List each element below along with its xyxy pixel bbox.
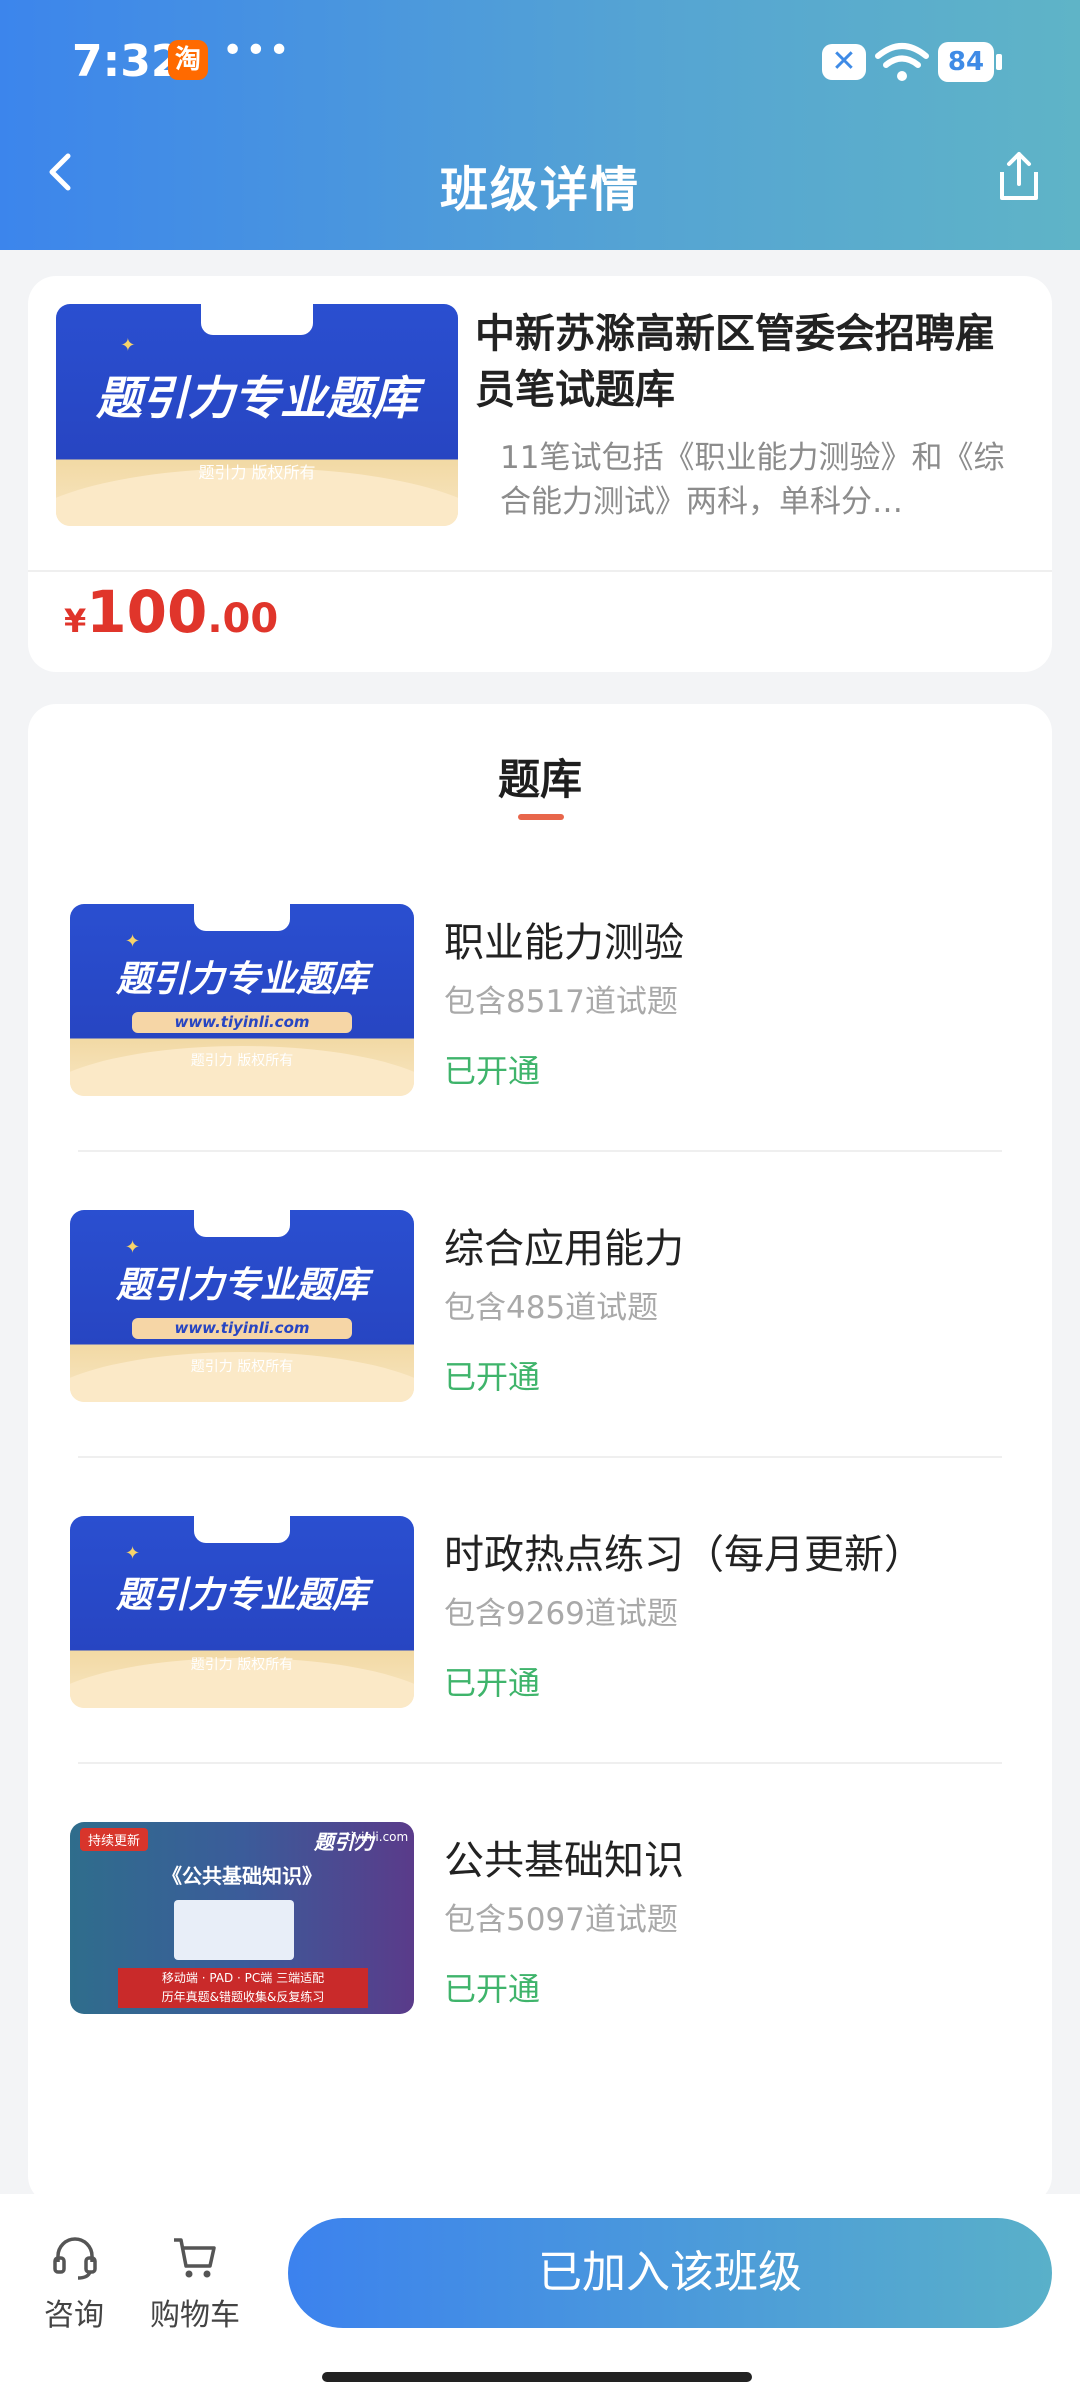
bank-item-4[interactable]: 持续更新 题引力 tiyinli.com 《公共基础知识》 移动端 · PAD …	[70, 1822, 1000, 2082]
bank-item-title: 时政热点练习（每月更新）	[444, 1532, 924, 1578]
bank-item-title: 公共基础知识	[444, 1838, 684, 1884]
bank-item-status: 已开通	[444, 1052, 541, 1090]
share-icon[interactable]	[996, 150, 1042, 204]
bank-item-status: 已开通	[444, 1664, 541, 1702]
cover-title: 题引力专业题库	[115, 1265, 368, 1307]
star-icon: ✦	[125, 1542, 141, 1564]
cover-subtitle: 题引力 版权所有	[198, 463, 316, 483]
joined-class-button[interactable]: 已加入该班级	[288, 2218, 1052, 2328]
divider	[78, 1150, 1002, 1152]
bank-item-status: 已开通	[444, 1970, 541, 2008]
consult-label[interactable]: 咨询	[44, 2290, 104, 2334]
bank-heading[interactable]: 题库	[0, 746, 1080, 807]
cover-banner: 移动端 · PAD · PC端 三端适配 历年真题&错题收集&反复练习	[118, 1968, 368, 2008]
class-description: 11笔试包括《职业能力测验》和《综合能力测试》两科，单科分…	[500, 440, 1005, 520]
bank-item-cover: ✦ 题引力专业题库 www.tiyinli.com 题引力 版权所有	[70, 904, 414, 1096]
divider	[78, 1456, 1002, 1458]
bank-item-3[interactable]: ✦ 题引力专业题库 题引力 版权所有 时政热点练习（每月更新） 包含9269道试…	[70, 1516, 1000, 1776]
bank-item-count: 包含5097道试题	[444, 1902, 678, 1938]
bank-heading-underline	[518, 814, 564, 820]
cover-banner-line-1: 移动端 · PAD · PC端 三端适配	[161, 1971, 325, 1985]
cover-brand-tab	[200, 304, 314, 336]
cover-title: 题引力专业题库	[115, 959, 368, 1001]
cover-brand-tab	[193, 904, 291, 931]
class-price: ¥100.00	[64, 578, 278, 646]
wifi-icon	[875, 43, 929, 81]
class-title: 中新苏滁高新区管委会招聘雇员笔试题库	[475, 311, 995, 413]
price-currency: ¥	[64, 602, 87, 640]
home-indicator	[322, 2372, 752, 2382]
cart-label[interactable]: 购物车	[150, 2290, 240, 2334]
bank-item-title: 职业能力测验	[444, 920, 684, 966]
price-integer: 100	[86, 578, 208, 646]
battery-indicator: 84	[938, 42, 1002, 82]
status-time: 7:32	[72, 36, 182, 87]
price-decimal: .00	[207, 596, 279, 642]
cover-subtitle: 题引力 版权所有	[190, 1052, 294, 1069]
cover-url: www.tiyinli.com	[131, 1011, 353, 1033]
bank-item-status: 已开通	[444, 1358, 541, 1396]
taobao-icon: 淘	[168, 40, 208, 80]
cover-brand-tab	[193, 1516, 291, 1543]
star-icon: ✦	[125, 930, 141, 952]
more-notifications-icon: •••	[222, 30, 292, 71]
class-cover-image: ✦ 题引力专业题库 题引力 版权所有	[56, 304, 458, 526]
bank-item-1[interactable]: ✦ 题引力专业题库 www.tiyinli.com 题引力 版权所有 职业能力测…	[70, 904, 1000, 1164]
bank-item-cover: ✦ 题引力专业题库 题引力 版权所有	[70, 1516, 414, 1708]
x-app-icon: ✕	[822, 44, 866, 80]
bank-item-title: 综合应用能力	[444, 1226, 684, 1272]
star-icon: ✦	[125, 1236, 141, 1258]
cover-banner-line-2: 历年真题&错题收集&反复练习	[161, 1990, 325, 2004]
bank-item-cover: ✦ 题引力专业题库 www.tiyinli.com 题引力 版权所有	[70, 1210, 414, 1402]
cover-subtitle: 题引力 版权所有	[190, 1657, 294, 1674]
headset-icon[interactable]	[50, 2232, 100, 2282]
cover-device-mockup	[174, 1900, 294, 1960]
cover-brand-tab	[193, 1210, 291, 1237]
cover-title: 《公共基础知识》	[162, 1864, 322, 1888]
divider	[78, 1762, 1002, 1764]
cover-title: 题引力专业题库	[96, 370, 418, 425]
cover-title: 题引力专业题库	[115, 1574, 368, 1616]
bank-item-count: 包含485道试题	[444, 1290, 659, 1326]
divider	[28, 570, 1052, 572]
cover-badge: 持续更新	[80, 1828, 149, 1851]
star-icon: ✦	[120, 335, 136, 357]
bank-item-cover: 持续更新 题引力 tiyinli.com 《公共基础知识》 移动端 · PAD …	[70, 1822, 414, 2014]
cover-site: tiyinli.com	[346, 1830, 409, 1844]
cover-subtitle: 题引力 版权所有	[190, 1358, 294, 1375]
bank-item-count: 包含9269道试题	[444, 1596, 678, 1632]
cover-url: www.tiyinli.com	[131, 1317, 353, 1339]
bank-item-count: 包含8517道试题	[444, 984, 678, 1020]
page-title: 班级详情	[439, 162, 640, 218]
bank-item-2[interactable]: ✦ 题引力专业题库 www.tiyinli.com 题引力 版权所有 综合应用能…	[70, 1210, 1000, 1470]
cart-icon[interactable]	[170, 2232, 220, 2282]
